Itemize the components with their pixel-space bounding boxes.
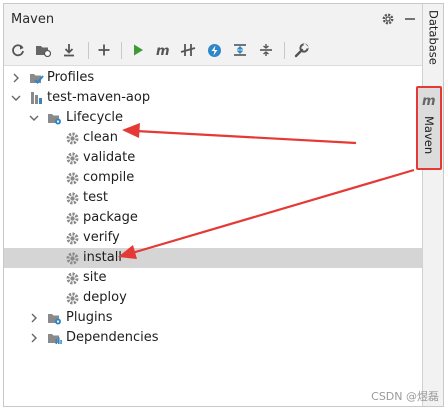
annotation-arrows bbox=[118, 123, 415, 259]
watermark: CSDN @煜磊 bbox=[371, 390, 439, 403]
arrow-to-install bbox=[118, 168, 415, 259]
arrow-to-clean bbox=[122, 123, 357, 145]
